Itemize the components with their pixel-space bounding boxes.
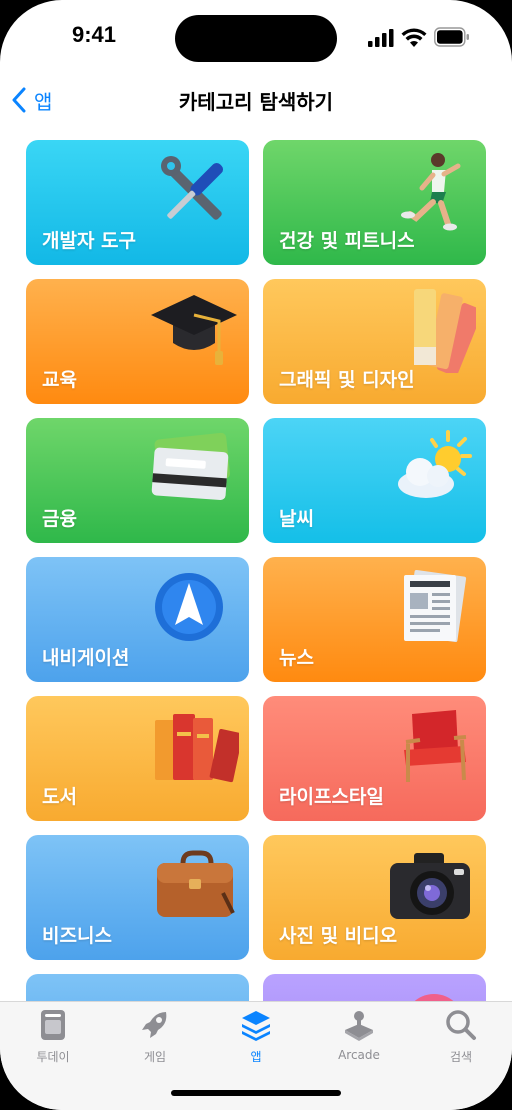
category-photo-video[interactable]: 사진 및 비디오 xyxy=(263,835,486,960)
category-health-fitness[interactable]: 건강 및 피트니스 xyxy=(263,140,486,265)
category-label: 라이프스타일 xyxy=(279,786,384,808)
page-title: 카테고리 탐색하기 xyxy=(178,90,334,114)
camera-icon xyxy=(390,853,470,919)
briefcase-icon xyxy=(157,850,235,917)
tab-label: 검색 xyxy=(449,1050,473,1064)
category-partial-left[interactable] xyxy=(26,974,249,1002)
category-grid: 개발자 도구 건강 및 피트니스 교육 그래픽 및 디자인 금융 날씨 내비게이… xyxy=(26,140,486,1002)
apps-stack-icon xyxy=(242,1011,270,1041)
category-graphics-design[interactable]: 그래픽 및 디자인 xyxy=(263,279,486,404)
category-label: 개발자 도구 xyxy=(42,230,137,252)
color-swatch-icon xyxy=(414,289,476,373)
category-books[interactable]: 도서 xyxy=(26,696,249,821)
category-label: 사진 및 비디오 xyxy=(279,925,398,947)
tab-label: 투데이 xyxy=(36,1050,70,1064)
category-education[interactable]: 교육 xyxy=(26,279,249,404)
category-label: 교육 xyxy=(42,369,77,391)
tab-apps[interactable]: 앱 xyxy=(211,1008,301,1070)
tab-label: 앱 xyxy=(250,1050,262,1064)
category-label: 도서 xyxy=(42,786,77,808)
status-time: 9:41 xyxy=(72,22,117,47)
home-indicator[interactable] xyxy=(171,1090,341,1096)
tab-arcade[interactable]: Arcade xyxy=(314,1008,404,1070)
category-lifestyle[interactable]: 라이프스타일 xyxy=(263,696,486,821)
credit-card-icon xyxy=(151,432,230,500)
category-finance[interactable]: 금융 xyxy=(26,418,249,543)
status-bar: 9:41 xyxy=(0,0,512,80)
runner-icon xyxy=(401,153,461,231)
battery-icon xyxy=(434,27,469,47)
category-partial-right[interactable] xyxy=(263,974,486,1002)
decorative-orb-icon xyxy=(413,994,455,1002)
category-label: 비즈니스 xyxy=(42,925,112,947)
armchair-icon xyxy=(404,710,467,782)
navigation-bar: 앱 카테고리 탐색하기 xyxy=(0,80,512,120)
cellular-signal-icon xyxy=(368,29,394,47)
category-label: 내비게이션 xyxy=(42,647,130,669)
today-icon xyxy=(41,1010,65,1040)
category-label: 뉴스 xyxy=(279,647,314,669)
graduation-cap-icon xyxy=(151,295,237,365)
books-icon xyxy=(155,714,239,783)
app-store-screen: 9:41 앱 카테고리 탐색하기 개발자 도구 건강 및 피트니스 교육 그래픽… xyxy=(0,0,512,1110)
category-business[interactable]: 비즈니스 xyxy=(26,835,249,960)
category-label: 건강 및 피트니스 xyxy=(279,230,415,252)
paper-plane-icon xyxy=(149,982,239,1002)
category-label: 그래픽 및 디자인 xyxy=(279,369,415,391)
tab-search[interactable]: 검색 xyxy=(416,1008,506,1070)
tab-label: 게임 xyxy=(143,1050,167,1064)
newspaper-icon xyxy=(404,569,467,643)
category-navigation[interactable]: 내비게이션 xyxy=(26,557,249,682)
sun-cloud-icon xyxy=(398,430,472,498)
wifi-icon xyxy=(401,28,427,47)
category-developer-tools[interactable]: 개발자 도구 xyxy=(26,140,249,265)
compass-arrow-icon xyxy=(155,573,223,641)
tools-icon xyxy=(161,156,224,220)
tab-today[interactable]: 투데이 xyxy=(8,1008,98,1070)
tab-label: Arcade xyxy=(338,1048,380,1062)
joystick-icon xyxy=(345,1011,373,1041)
rocket-icon xyxy=(142,1012,167,1038)
category-label: 금융 xyxy=(42,508,77,530)
category-news[interactable]: 뉴스 xyxy=(263,557,486,682)
search-icon xyxy=(446,1010,476,1040)
category-label: 날씨 xyxy=(279,508,314,530)
category-weather[interactable]: 날씨 xyxy=(263,418,486,543)
dynamic-island xyxy=(175,15,337,62)
tab-games[interactable]: 게임 xyxy=(110,1008,200,1070)
